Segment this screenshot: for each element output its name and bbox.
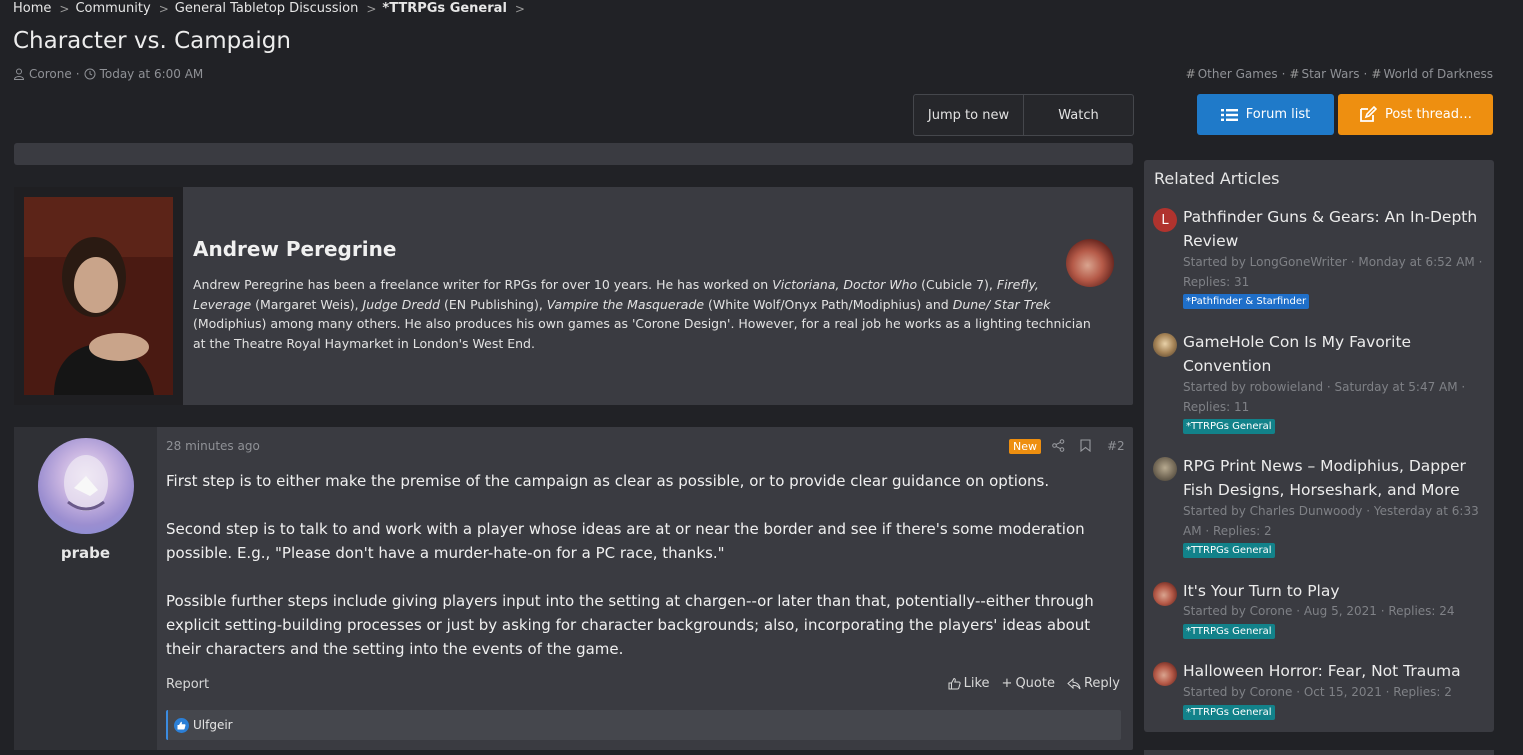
chevron-right-icon: > xyxy=(59,1,70,16)
post-paragraph: First step is to either make the premise… xyxy=(166,472,1050,490)
sidebar-title: Related Articles xyxy=(1154,169,1280,188)
jump-to-new-button[interactable]: Jump to new xyxy=(914,95,1023,135)
related-article-meta: Started by LongGoneWriter · Monday at 6:… xyxy=(1183,255,1483,289)
post-username[interactable]: prabe xyxy=(14,544,157,562)
notice-strip xyxy=(14,143,1133,165)
tag-item[interactable]: # World of Darkness xyxy=(1371,67,1493,81)
quote-button[interactable]: + Quote xyxy=(1002,676,1055,691)
avatar[interactable]: L xyxy=(1153,208,1177,232)
reaction-user-link[interactable]: Ulfgeir xyxy=(193,718,233,732)
related-article-tag[interactable]: *Pathfinder & Starfinder xyxy=(1183,294,1310,309)
related-article-tag[interactable]: *TTRPGs General xyxy=(1183,543,1275,558)
related-article-title[interactable]: Halloween Horror: Fear, Not Trauma xyxy=(1183,659,1483,683)
author-name: Andrew Peregrine xyxy=(193,237,397,261)
related-article-tag[interactable]: *TTRPGs General xyxy=(1183,624,1275,639)
reply-icon xyxy=(1067,677,1081,689)
hash-icon: # xyxy=(1289,67,1300,81)
related-article-title[interactable]: It's Your Turn to Play xyxy=(1183,579,1483,603)
thread-meta: Corone · Today at 6:00 AM xyxy=(13,67,203,81)
thumbs-up-icon xyxy=(948,677,961,690)
forum-list-button[interactable]: Forum list xyxy=(1197,94,1334,135)
breadcrumb-community[interactable]: Community xyxy=(75,1,150,16)
breadcrumb-home[interactable]: Home xyxy=(13,1,51,16)
avatar[interactable] xyxy=(1153,333,1177,357)
clock-icon xyxy=(84,68,96,80)
avatar[interactable] xyxy=(1153,457,1177,481)
breadcrumb: Home > Community > General Tabletop Disc… xyxy=(13,1,531,16)
thread-action-group: Jump to new Watch xyxy=(913,94,1134,136)
report-link[interactable]: Report xyxy=(166,677,209,692)
related-article-meta: Started by robowieland · Saturday at 5:4… xyxy=(1183,380,1466,414)
hash-icon: # xyxy=(1185,67,1196,81)
post-paragraph: Second step is to talk to and work with … xyxy=(166,520,1085,562)
like-button[interactable]: Like xyxy=(948,676,990,691)
author-photo xyxy=(24,197,173,395)
thread-tags: # Other Games · # Star Wars · # World of Da… xyxy=(1185,67,1493,81)
post-paragraph: Possible further steps include giving pl… xyxy=(166,592,1094,658)
reactions-bar: Ulfgeir xyxy=(166,710,1121,740)
post-actions: Like + Quote Reply xyxy=(948,676,1120,691)
user-icon xyxy=(13,68,25,80)
chevron-right-icon: > xyxy=(514,1,525,16)
related-article-meta: Started by Charles Dunwoody · Yesterday … xyxy=(1183,504,1479,538)
avatar[interactable] xyxy=(1153,582,1177,606)
avatar[interactable] xyxy=(1153,662,1177,686)
chevron-right-icon: > xyxy=(366,1,377,16)
post-body: First step is to either make the premise… xyxy=(166,469,1124,685)
thread-date-link[interactable]: Today at 6:00 AM xyxy=(100,67,204,81)
related-article-tag[interactable]: *TTRPGs General xyxy=(1183,705,1275,720)
tag-item[interactable]: # Star Wars xyxy=(1289,67,1359,81)
related-article-title[interactable]: RPG Print News – Modiphius, Dapper Fish … xyxy=(1183,454,1483,502)
chevron-right-icon: > xyxy=(158,1,169,16)
page-title: Character vs. Campaign xyxy=(13,28,291,54)
related-article-title[interactable]: GameHole Con Is My Favorite Convention xyxy=(1183,330,1483,378)
like-reaction-icon xyxy=(174,717,189,733)
breadcrumb-ttrpgs-general[interactable]: *TTRPGs General xyxy=(382,1,507,16)
related-article-meta: Started by Corone · Oct 15, 2021 · Repli… xyxy=(1183,685,1452,699)
breadcrumb-general-tabletop[interactable]: General Tabletop Discussion xyxy=(175,1,359,16)
thread-author-link[interactable]: Corone xyxy=(29,67,72,81)
post-number-link[interactable]: #2 xyxy=(1107,439,1125,453)
new-badge: New xyxy=(1009,439,1041,454)
list-icon xyxy=(1220,108,1238,121)
share-icon[interactable] xyxy=(1052,439,1065,452)
tag-item[interactable]: # Other Games xyxy=(1186,67,1278,81)
related-article-tag[interactable]: *TTRPGs General xyxy=(1183,419,1275,434)
post-timestamp[interactable]: 28 minutes ago xyxy=(166,439,260,453)
author-bio: Andrew Peregrine has been a freelance wr… xyxy=(193,277,1091,352)
bookmark-icon[interactable] xyxy=(1080,439,1091,452)
edit-icon xyxy=(1360,106,1378,122)
related-article-title[interactable]: Pathfinder Guns & Gears: An In-Depth Rev… xyxy=(1183,205,1483,253)
related-article-meta: Started by Corone · Aug 5, 2021 · Replie… xyxy=(1183,604,1455,618)
post-thread-button[interactable]: Post thread… xyxy=(1338,94,1493,135)
author-avatar[interactable] xyxy=(1066,239,1114,287)
plus-icon: + xyxy=(1001,676,1013,691)
watch-button[interactable]: Watch xyxy=(1023,95,1133,135)
hash-icon: # xyxy=(1371,67,1382,81)
sidebar-next-panel-edge xyxy=(1144,750,1494,755)
post-user-avatar[interactable] xyxy=(38,438,134,534)
reply-button[interactable]: Reply xyxy=(1067,676,1120,691)
